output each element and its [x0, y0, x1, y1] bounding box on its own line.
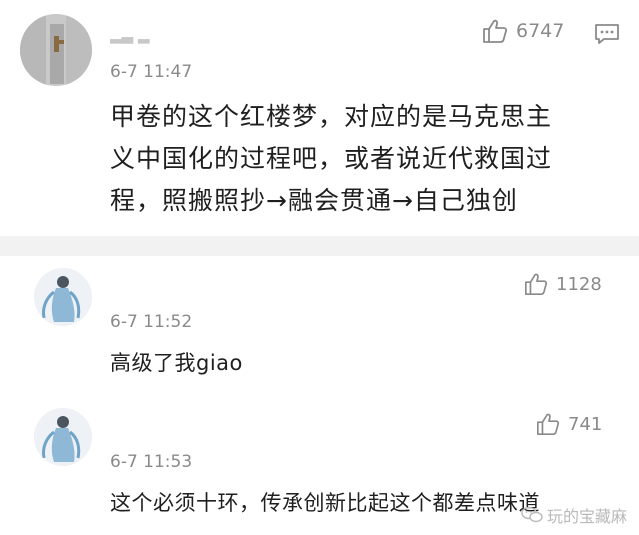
comment-time: 6-7 11:47: [110, 62, 193, 82]
comment-text: 高级了我giao: [110, 351, 243, 375]
comment-time: 6-7 11:52: [110, 312, 193, 332]
like-button[interactable]: 6747: [482, 18, 564, 44]
thumbs-up-icon: [537, 413, 560, 435]
like-count: 6747: [516, 20, 565, 42]
comment-text-line: 甲卷的这个红楼梦，对应的是马克思主: [110, 102, 553, 131]
reply-button[interactable]: [594, 22, 620, 50]
like-button[interactable]: 1128: [524, 272, 602, 296]
thumbs-up-icon: [525, 273, 548, 295]
avatar[interactable]: [20, 14, 92, 86]
wechat-icon: [521, 506, 543, 523]
username[interactable]: ▂▃ ▂: [110, 26, 149, 44]
avatar-image: [20, 14, 92, 86]
like-count: 741: [568, 413, 603, 435]
watermark-text: 玩的宝藏麻: [546, 507, 627, 526]
comment-text-line: 程，照搬照抄→融会贯通→自己独创: [110, 186, 518, 215]
avatar-image: [34, 268, 92, 326]
comment-item: ▂▃ ▂ 6-7 11:47 6747 甲卷的这个红楼梦，对应的是马克思主 义中…: [0, 0, 639, 236]
like-button[interactable]: 741: [536, 412, 602, 436]
avatar[interactable]: [34, 268, 92, 326]
comment-text-line: 义中国化的过程吧，或者说近代救国过: [110, 144, 553, 173]
like-count: 1128: [556, 273, 602, 295]
section-divider: [0, 236, 639, 256]
comment-time: 6-7 11:53: [110, 452, 193, 472]
avatar[interactable]: [34, 408, 92, 466]
comment-text: 甲卷的这个红楼梦，对应的是马克思主 义中国化的过程吧，或者说近代救国过 程，照搬…: [110, 96, 552, 222]
comment-text: 这个必须十环，传承创新比起这个都差点味道: [110, 491, 540, 515]
reply-item: 6-7 11:52 1128 高级了我giao: [0, 256, 639, 396]
avatar-image: [34, 408, 92, 466]
watermark: 玩的宝藏麻: [521, 503, 627, 527]
thumbs-up-icon: [483, 19, 508, 43]
comment-icon: [595, 24, 619, 44]
